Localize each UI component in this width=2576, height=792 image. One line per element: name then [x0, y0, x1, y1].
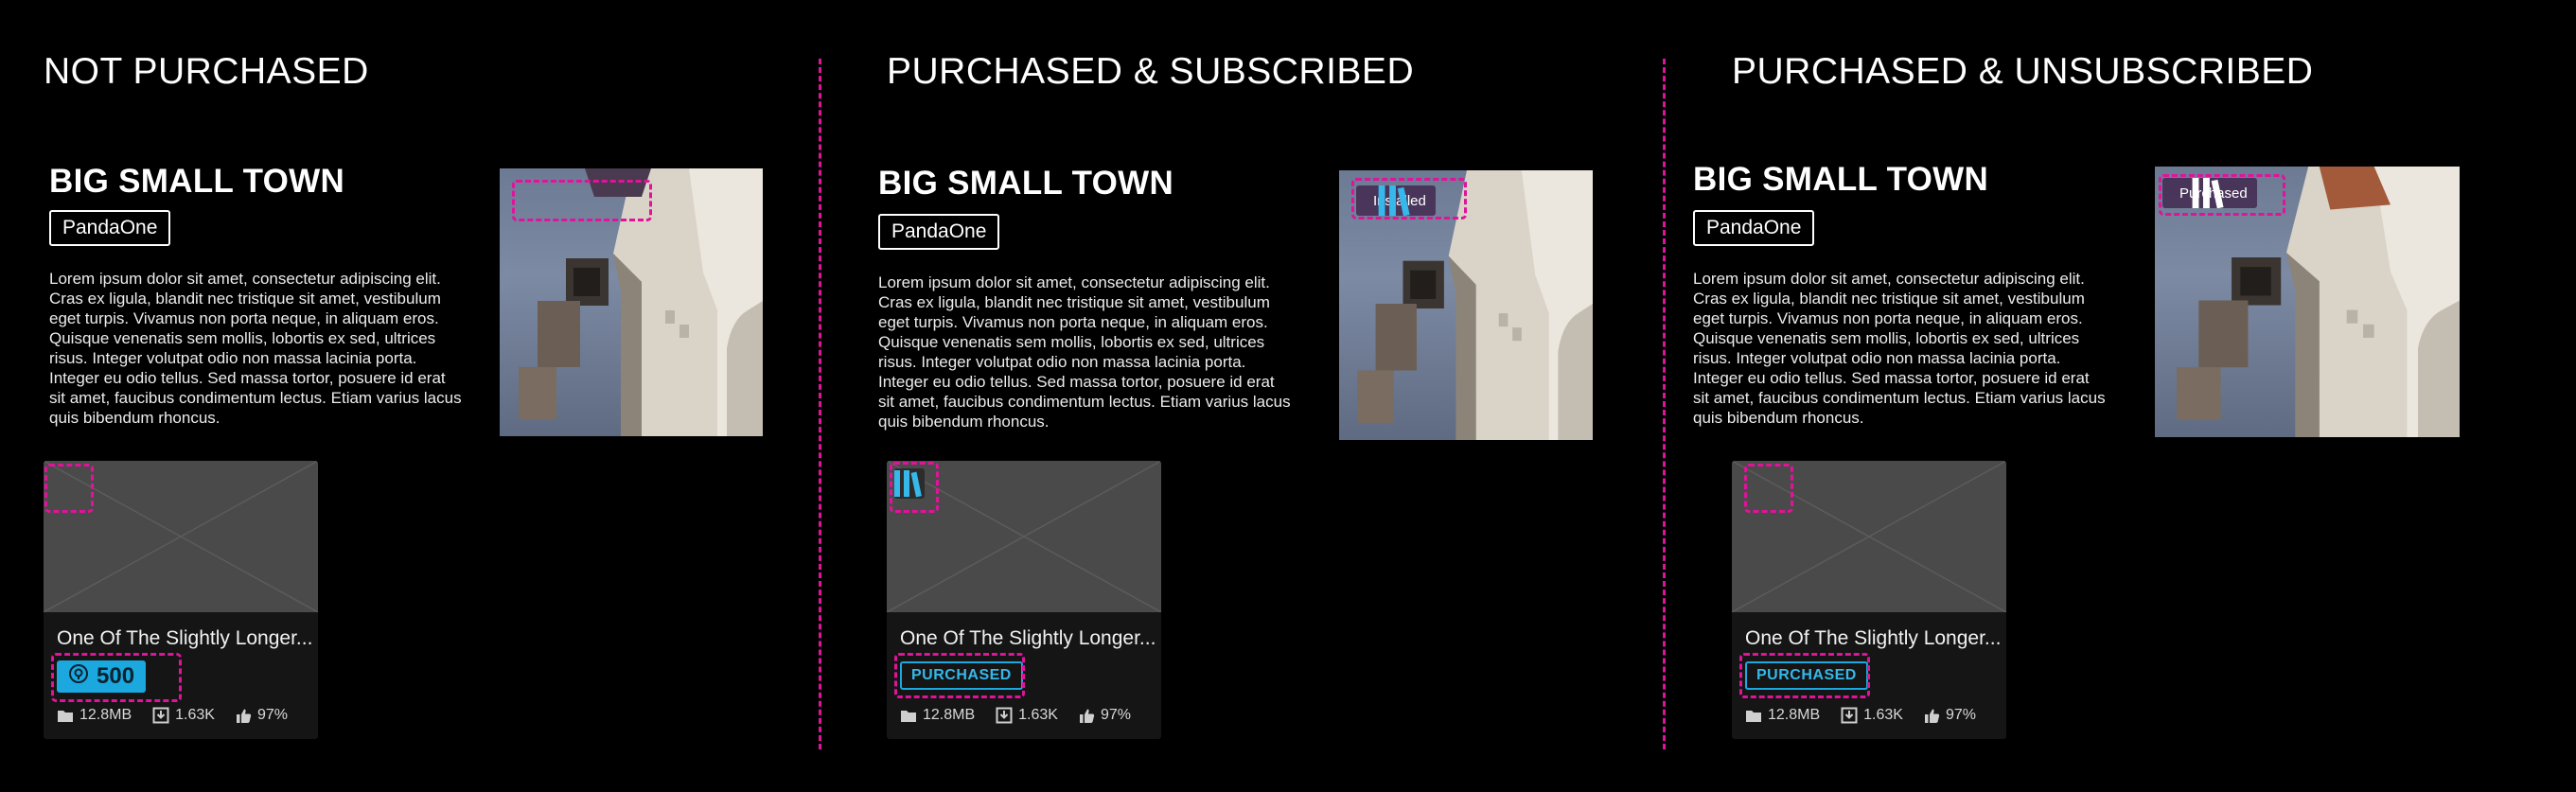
download-icon: [996, 707, 1013, 724]
rating: 97%: [236, 707, 288, 724]
purchased-tag: PURCHASED: [1745, 661, 1868, 690]
cover-image: [500, 168, 763, 436]
asset-title: BIG SMALL TOWN: [49, 163, 345, 200]
asset-card[interactable]: One Of The Slightly Longer... PURCHASED …: [1732, 461, 2006, 739]
section-heading: NOT PURCHASED: [44, 51, 369, 92]
rating: 97%: [1079, 707, 1131, 724]
card-title: One Of The Slightly Longer...: [900, 627, 1156, 649]
rating-value: 97%: [1100, 707, 1131, 723]
asset-title: BIG SMALL TOWN: [878, 165, 1174, 202]
file-size-value: 12.8MB: [1768, 707, 1821, 723]
file-size: 12.8MB: [900, 707, 975, 724]
download-count-value: 1.63K: [1018, 707, 1058, 723]
card-stats: 12.8MB 1.63K 97%: [57, 707, 288, 724]
cover-image: Installed: [1339, 170, 1593, 440]
thumbnail-placeholder: [1732, 461, 2006, 612]
card-title: One Of The Slightly Longer...: [57, 627, 313, 649]
section-divider: [819, 59, 821, 749]
download-count: 1.63K: [152, 707, 215, 724]
download-count: 1.63K: [996, 707, 1058, 724]
download-count-value: 1.63K: [1863, 707, 1903, 723]
publisher-tag[interactable]: PandaOne: [1693, 210, 1815, 246]
thumbnail-placeholder: [44, 461, 318, 612]
file-size-value: 12.8MB: [79, 707, 132, 723]
asset-description: Lorem ipsum dolor sit amet, consectetur …: [49, 270, 462, 427]
asset-description: Lorem ipsum dolor sit amet, consectetur …: [1693, 270, 2106, 427]
price-button[interactable]: 500: [57, 660, 147, 693]
rating-value: 97%: [256, 707, 288, 723]
price-value: 500: [97, 663, 135, 689]
rating: 97%: [1924, 707, 1976, 724]
file-size: 12.8MB: [57, 707, 132, 724]
thumbs-up-icon: [1924, 708, 1940, 724]
section-heading: PURCHASED & UNSUBSCRIBED: [1732, 51, 2314, 92]
asset-card[interactable]: One Of The Slightly Longer... PURCHASED …: [887, 461, 1161, 739]
coin-icon: [68, 663, 89, 691]
installed-badge: Installed: [1356, 185, 1436, 216]
thumbs-up-icon: [236, 708, 252, 724]
card-stats: 12.8MB 1.63K 97%: [1745, 707, 1976, 724]
folder-icon: [1745, 709, 1762, 723]
asset-description: Lorem ipsum dolor sit amet, consectetur …: [878, 273, 1291, 431]
purchased-badge: Purchased: [2162, 178, 2257, 208]
cover-image: Purchased: [2155, 167, 2460, 437]
purchased-tag: PURCHASED: [900, 661, 1023, 690]
publisher-tag[interactable]: PandaOne: [49, 210, 171, 246]
card-title: One Of The Slightly Longer...: [1745, 627, 2002, 649]
library-status-icon: [894, 468, 925, 499]
download-count-value: 1.63K: [175, 707, 215, 723]
section-divider: [1663, 59, 1666, 749]
download-icon: [1841, 707, 1858, 724]
rating-value: 97%: [1945, 707, 1976, 723]
folder-icon: [900, 709, 917, 723]
file-size: 12.8MB: [1745, 707, 1820, 724]
section-heading: PURCHASED & SUBSCRIBED: [887, 51, 1415, 92]
folder-icon: [57, 709, 74, 723]
card-stats: 12.8MB 1.63K 97%: [900, 707, 1131, 724]
file-size-value: 12.8MB: [923, 707, 976, 723]
asset-card[interactable]: One Of The Slightly Longer... 500 12.8MB…: [44, 461, 318, 739]
download-icon: [152, 707, 169, 724]
download-count: 1.63K: [1841, 707, 1903, 724]
thumbs-up-icon: [1079, 708, 1095, 724]
publisher-tag[interactable]: PandaOne: [878, 214, 1000, 250]
thumbnail-placeholder: [887, 461, 1161, 612]
asset-title: BIG SMALL TOWN: [1693, 161, 1989, 198]
